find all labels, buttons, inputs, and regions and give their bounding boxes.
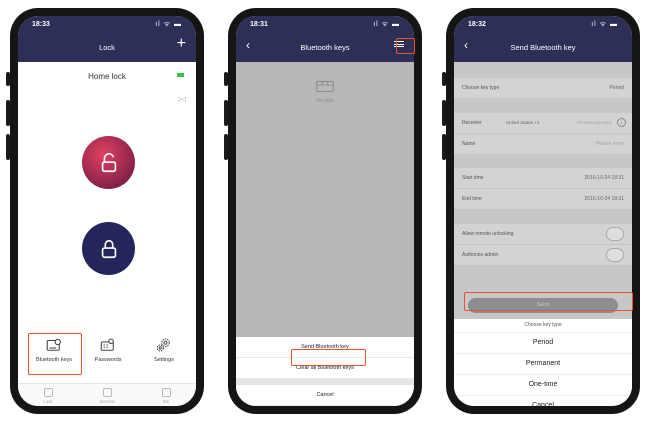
receiver-input[interactable]: Phone/Username bbox=[577, 120, 612, 125]
phone-side-button bbox=[6, 134, 10, 160]
battery-icon bbox=[177, 73, 184, 77]
tab-bar: Lock Service Me bbox=[18, 383, 196, 406]
status-time: 18:32 bbox=[468, 21, 486, 28]
phone-side-button bbox=[442, 134, 446, 160]
signal-wifi-battery-icon: ıl ᯤ ▬ bbox=[373, 21, 400, 28]
phone-side-button bbox=[224, 134, 228, 160]
start-time-value: 2016-10-24 18:31 bbox=[584, 175, 624, 181]
password-keypad-icon bbox=[100, 338, 114, 351]
key-type-value: Period bbox=[609, 85, 624, 91]
screen: 18:32 ıl ᯤ ▬ ‹ Send Bluetooth key Choose… bbox=[454, 16, 632, 406]
status-bar: 18:31 ıl ᯤ ▬ bbox=[236, 19, 414, 31]
tab-service[interactable]: Service bbox=[87, 388, 127, 404]
no-data-text: No data bbox=[316, 98, 334, 104]
gear-icon bbox=[156, 338, 170, 352]
row-label: End time bbox=[462, 196, 482, 202]
screen: 18:31 ıl ᯤ ▬ ‹ Bluetooth keys No data Se… bbox=[236, 16, 414, 406]
navigation-bar: 18:31 ıl ᯤ ▬ ‹ Bluetooth keys bbox=[236, 16, 414, 62]
highlight-box bbox=[291, 349, 366, 366]
phone-side-button bbox=[224, 100, 228, 126]
toolbar-label: Settings bbox=[154, 357, 174, 363]
page-title: Lock bbox=[99, 43, 115, 52]
me-tab-icon bbox=[161, 388, 171, 397]
empty-box-icon bbox=[316, 80, 334, 93]
status-bar: 18:32 ıl ᯤ ▬ bbox=[454, 19, 632, 31]
signal-wifi-battery-icon: ıl ᯤ ▬ bbox=[591, 21, 618, 28]
phone-side-button bbox=[6, 100, 10, 126]
tab-label: Service bbox=[99, 399, 115, 404]
action-sheet: Send Bluetooth key Clear all Bluetooth k… bbox=[236, 337, 414, 406]
lock-indicator: ⊃◁ bbox=[176, 97, 186, 103]
key-type-row[interactable]: Choose key type Period bbox=[454, 78, 632, 98]
tab-label: Lock bbox=[43, 399, 53, 404]
contacts-icon[interactable]: i bbox=[617, 118, 626, 127]
toolbar-item-settings[interactable]: Settings bbox=[142, 336, 186, 363]
row-label: Choose key type bbox=[462, 85, 500, 91]
row-label: Name bbox=[462, 141, 476, 147]
phone-lock-screen: 18:33 ıl ᯤ ▬ Lock + Home lock ⊃◁ Bluetoo… bbox=[6, 8, 204, 414]
empty-state: No data bbox=[236, 78, 414, 104]
option-label: Cancel bbox=[316, 392, 334, 398]
navigation-bar: 18:32 ıl ᯤ ▬ ‹ Send Bluetooth key bbox=[454, 16, 632, 62]
highlight-box bbox=[28, 333, 82, 375]
highlight-box bbox=[396, 38, 415, 54]
unlock-button[interactable] bbox=[82, 136, 135, 189]
end-time-value: 2016-10-24 18:31 bbox=[584, 196, 624, 202]
authorize-admin-toggle[interactable] bbox=[606, 248, 624, 262]
highlight-box bbox=[464, 292, 633, 311]
row-label: Start time bbox=[462, 175, 484, 181]
phone-side-button bbox=[442, 100, 446, 126]
navigation-bar: 18:33 ıl ᯤ ▬ Lock + bbox=[18, 16, 196, 62]
cancel-button[interactable]: Cancel bbox=[454, 396, 632, 406]
cancel-button[interactable]: Cancel bbox=[236, 385, 414, 406]
page-title: Send Bluetooth key bbox=[510, 43, 576, 52]
tab-label: Me bbox=[162, 399, 170, 404]
remote-unlock-toggle[interactable] bbox=[606, 227, 624, 241]
unlocked-padlock-icon bbox=[101, 152, 116, 172]
toolbar-label: Passwords bbox=[94, 357, 122, 363]
receiver-row: Receiver United States +1 Phone/Username… bbox=[454, 113, 632, 133]
row-label: Allow remote unlocking bbox=[462, 231, 514, 237]
tab-me[interactable]: Me bbox=[146, 388, 186, 404]
add-lock-button[interactable]: + bbox=[177, 35, 186, 53]
row-label: Receiver bbox=[462, 120, 482, 126]
toolbar-item-passwords[interactable]: Passwords bbox=[86, 336, 130, 363]
locked-padlock-icon bbox=[101, 239, 116, 258]
signal-wifi-battery-icon: ıl ᯤ ▬ bbox=[155, 21, 182, 28]
status-time: 18:31 bbox=[250, 21, 268, 28]
status-bar: 18:33 ıl ᯤ ▬ bbox=[18, 19, 196, 31]
row-label: Authorize admin bbox=[462, 252, 499, 258]
page-title: Bluetooth keys bbox=[300, 43, 350, 52]
name-row[interactable]: Name Please enter bbox=[454, 134, 632, 154]
phone-side-button bbox=[442, 72, 446, 86]
name-input[interactable]: Please enter bbox=[596, 141, 624, 147]
option-one-time[interactable]: One-time bbox=[454, 375, 632, 396]
country-code-selector[interactable]: United States +1 bbox=[506, 120, 539, 125]
picker-title: Choose key type bbox=[454, 319, 632, 333]
remote-unlock-row: Allow remote unlocking bbox=[454, 224, 632, 244]
phone-send-bluetooth-key-screen: 18:32 ıl ᯤ ▬ ‹ Send Bluetooth key Choose… bbox=[442, 8, 640, 414]
option-period[interactable]: Period bbox=[454, 333, 632, 354]
phone-side-button bbox=[224, 72, 228, 86]
phone-side-button bbox=[6, 72, 10, 86]
lock-tab-icon bbox=[43, 388, 53, 397]
authorize-admin-row: Authorize admin bbox=[454, 245, 632, 265]
status-time: 18:33 bbox=[32, 21, 50, 28]
lock-name: Home lock bbox=[88, 72, 126, 81]
lock-button[interactable] bbox=[82, 222, 135, 275]
option-permanent[interactable]: Permanent bbox=[454, 354, 632, 375]
phone-bluetooth-keys-screen: 18:31 ıl ᯤ ▬ ‹ Bluetooth keys No data Se… bbox=[224, 8, 422, 414]
service-tab-icon bbox=[102, 388, 112, 397]
end-time-row[interactable]: End time 2016-10-24 18:31 bbox=[454, 189, 632, 209]
key-type-picker: Choose key type Period Permanent One-tim… bbox=[454, 319, 632, 406]
tab-lock[interactable]: Lock bbox=[28, 388, 68, 404]
start-time-row[interactable]: Start time 2016-10-24 18:31 bbox=[454, 168, 632, 188]
